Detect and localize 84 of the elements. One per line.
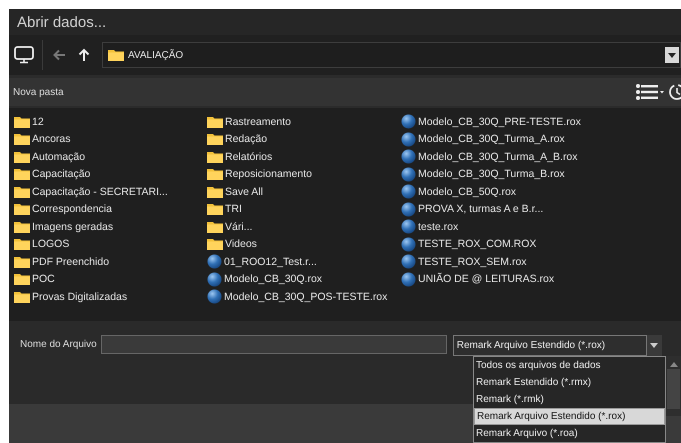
folder-icon	[207, 220, 223, 233]
window-title: Abrir dados...	[17, 14, 106, 30]
folder-item[interactable]: Reposicionamento	[207, 166, 401, 183]
folder-icon	[14, 290, 30, 303]
file-item[interactable]: Modelo_CB_30Q_PRE-TESTE.rox	[401, 113, 681, 130]
file-item[interactable]: Modelo_CB_50Q.rox	[401, 183, 681, 200]
folder-item[interactable]: LOGOS	[14, 236, 207, 253]
file-item[interactable]: 01_ROO12_Test.r...	[207, 253, 401, 270]
scrollbar[interactable]	[666, 356, 681, 416]
folder-icon	[14, 186, 30, 198]
folder-icon	[207, 116, 223, 128]
file-name-label: Nome do Arquivo	[20, 339, 97, 350]
folder-item[interactable]: 12	[14, 113, 207, 130]
caret-icon	[668, 52, 676, 58]
file-item[interactable]: TESTE_ROX_SEM.rox	[401, 253, 681, 270]
file-item[interactable]: TESTE_ROX_COM.ROX	[401, 236, 681, 253]
globe-file-icon	[401, 166, 416, 182]
folder-icon	[14, 203, 30, 216]
file-item[interactable]: Modelo_CB_30Q.rox	[207, 270, 401, 288]
dropdown-button[interactable]	[646, 335, 662, 356]
file-item[interactable]: PROVA X, turmas A e B.r...	[401, 200, 681, 218]
folder-icon	[14, 220, 30, 233]
monitor-icon[interactable]	[14, 46, 34, 64]
file-item[interactable]: Modelo_CB_30Q_Turma_B.rox	[401, 166, 681, 183]
dropdown-option[interactable]: Remark Arquivo Estendido (*.rox)	[474, 408, 665, 425]
dropdown-option[interactable]: Remark Estendido (*.rmx)	[474, 374, 665, 391]
globe-file-icon	[207, 289, 222, 304]
folder-item[interactable]: PDF Preenchido	[14, 253, 207, 270]
folder-icon	[207, 168, 223, 180]
dropdown-button[interactable]	[665, 47, 679, 63]
file-item[interactable]: Modelo_CB_30Q_POS-TESTE.rox	[207, 288, 401, 306]
folder-icon	[14, 238, 30, 250]
folder-icon	[14, 256, 30, 268]
file-name-field[interactable]	[100, 335, 447, 354]
folder-icon	[14, 133, 30, 146]
folder-icon	[14, 116, 30, 128]
list-view-icon[interactable]	[636, 84, 664, 100]
globe-file-icon	[401, 184, 416, 200]
folder-item[interactable]: Provas Digitalizadas	[14, 288, 207, 306]
globe-file-icon	[401, 254, 416, 270]
folder-icon	[14, 150, 30, 163]
file-item[interactable]: UNIÃO DE @ LEITURAS.rox	[401, 270, 681, 288]
file-item[interactable]: Modelo_CB_30Q_Turma_A.rox	[401, 130, 681, 148]
caret-icon	[650, 343, 658, 348]
file-item[interactable]: teste.rox	[401, 218, 681, 236]
dropdown-option[interactable]: Remark Arquivo (*.roa)	[474, 425, 665, 442]
address-bar[interactable]: AVALIAÇÃO	[102, 42, 681, 68]
folder-icon	[14, 168, 30, 180]
folder-item[interactable]: TRI	[207, 200, 401, 218]
globe-file-icon	[401, 272, 416, 287]
folder-item[interactable]: Relatórios	[207, 148, 401, 166]
history-icon[interactable]	[667, 83, 681, 101]
folder-item[interactable]: Save All	[207, 183, 401, 200]
globe-file-icon	[401, 219, 416, 234]
folder-icon	[207, 133, 223, 146]
folder-icon	[14, 273, 30, 286]
folder-item[interactable]: POC	[14, 270, 207, 288]
folder-item[interactable]: Automação	[14, 148, 207, 166]
globe-file-icon	[401, 132, 416, 147]
globe-file-icon	[207, 272, 222, 287]
folder-item[interactable]: Videos	[207, 236, 401, 253]
folder-item[interactable]: Imagens geradas	[14, 218, 207, 236]
scroll-up-icon[interactable]	[670, 362, 678, 367]
up-arrow-icon[interactable]	[78, 48, 90, 62]
globe-file-icon	[401, 236, 416, 252]
folder-item[interactable]: Capacitação	[14, 166, 207, 183]
folder-item[interactable]: Redação	[207, 130, 401, 148]
folder-item[interactable]: Vári...	[207, 218, 401, 236]
folder-icon	[207, 150, 223, 163]
folder-item[interactable]: Rastreamento	[207, 113, 401, 130]
globe-file-icon	[401, 114, 416, 130]
folder-item[interactable]: Correspondencia	[14, 200, 207, 218]
dropdown-option[interactable]: Todos os arquivos de dados	[474, 357, 665, 374]
folder-icon	[108, 49, 124, 61]
dropdown-option[interactable]: Remark (*.rmk)	[474, 391, 665, 408]
file-item[interactable]: Modelo_CB_30Q_Turma_A_B.rox	[401, 148, 681, 166]
globe-file-icon	[401, 202, 416, 217]
folder-icon	[207, 203, 223, 216]
folder-icon	[207, 238, 223, 250]
folder-icon	[207, 186, 223, 198]
folder-item[interactable]: Ancoras	[14, 130, 207, 148]
folder-item[interactable]: Capacitação - SECRETARI...	[14, 183, 207, 200]
globe-file-icon	[401, 149, 416, 164]
globe-file-icon	[207, 254, 222, 270]
